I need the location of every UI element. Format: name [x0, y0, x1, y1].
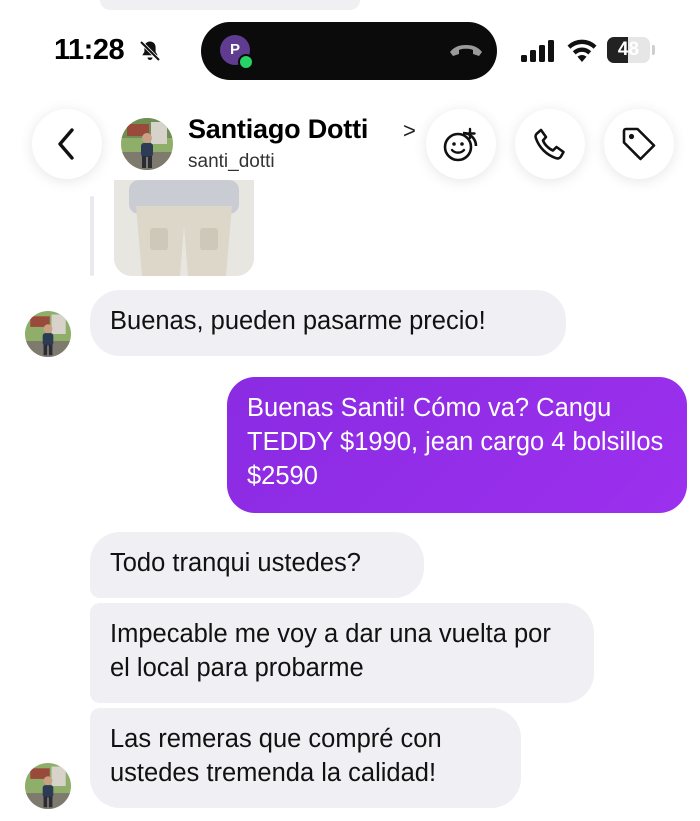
- message-bubble-outgoing[interactable]: Buenas Santi! Cómo va? Cangu TEDDY $1990…: [227, 377, 687, 513]
- battery-body: 48: [607, 37, 650, 63]
- contact-name[interactable]: Santiago Dotti: [188, 114, 368, 145]
- signal-icon: [521, 40, 554, 62]
- contact-handle: santi_dotti: [188, 151, 275, 172]
- whatsapp-badge-icon: [238, 54, 254, 70]
- wifi-icon: [567, 39, 597, 62]
- bell-slash-icon: [139, 40, 161, 62]
- phone-icon: [534, 128, 565, 160]
- hangup-icon[interactable]: [448, 41, 484, 61]
- chevron-right-icon[interactable]: >: [403, 118, 416, 144]
- message-bubble-incoming[interactable]: Impecable me voy a dar una vuelta por el…: [90, 603, 594, 703]
- stickers-button[interactable]: [426, 109, 496, 179]
- battery-icon: 48: [607, 37, 655, 63]
- back-button[interactable]: [32, 109, 102, 179]
- reply-indicator: [90, 196, 94, 276]
- contact-avatar[interactable]: [121, 118, 173, 170]
- call-button[interactable]: [515, 109, 585, 179]
- message-bubble-incoming[interactable]: Buenas, pueden pasarme precio!: [90, 290, 566, 356]
- tag-button[interactable]: [604, 109, 674, 179]
- previous-screen-edge: [100, 0, 360, 10]
- battery-tip: [652, 45, 655, 55]
- tag-icon: [622, 127, 656, 161]
- sender-avatar[interactable]: [25, 763, 71, 809]
- back-chevron-icon: [58, 128, 74, 160]
- shared-product-image[interactable]: [114, 180, 254, 276]
- battery-level: 48: [617, 39, 640, 60]
- sender-avatar[interactable]: [25, 311, 71, 357]
- stickers-icon: [443, 127, 478, 162]
- status-time: 11:28: [54, 34, 125, 66]
- message-bubble-incoming[interactable]: Las remeras que compré con ustedes treme…: [90, 708, 521, 808]
- message-bubble-incoming[interactable]: Todo tranqui ustedes?: [90, 532, 424, 598]
